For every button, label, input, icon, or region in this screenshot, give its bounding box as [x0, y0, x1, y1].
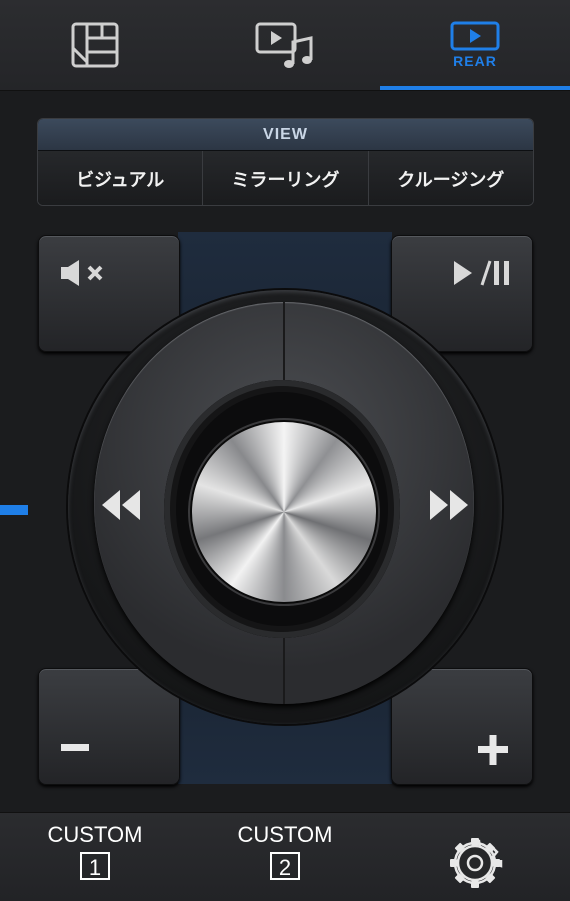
- top-tab-bar: REAR: [0, 0, 570, 91]
- grid-panel-icon: [71, 22, 119, 68]
- volume-up-button[interactable]: [391, 668, 533, 785]
- mute-icon: [61, 260, 103, 286]
- active-tab-indicator: [380, 86, 570, 90]
- view-mirroring-button[interactable]: ミラーリング: [203, 151, 369, 205]
- gear-icon: [450, 838, 503, 888]
- side-scroll-indicator: [0, 505, 28, 515]
- tab-source[interactable]: [0, 0, 190, 90]
- volume-down-button[interactable]: [38, 668, 180, 785]
- tab-rear[interactable]: REAR: [380, 0, 570, 90]
- video-music-icon: [255, 22, 313, 68]
- view-buttons: ビジュアル ミラーリング クルージング: [38, 151, 533, 205]
- custom-2-label: CUSTOM: [237, 822, 333, 847]
- rear-screen-icon: [450, 21, 500, 51]
- custom-1-number: 1: [80, 852, 110, 880]
- custom-1-label: CUSTOM: [47, 822, 143, 847]
- dpad-seam: [283, 302, 285, 392]
- tab-media[interactable]: [190, 0, 380, 90]
- center-knob[interactable]: [192, 422, 376, 602]
- view-visual-button[interactable]: ビジュアル: [38, 151, 204, 205]
- custom-1-button[interactable]: CUSTOM 1: [35, 823, 155, 893]
- view-header: VIEW: [38, 119, 533, 151]
- settings-button[interactable]: [445, 833, 505, 893]
- rewind-icon[interactable]: [100, 487, 142, 523]
- fast-forward-icon[interactable]: [428, 487, 470, 523]
- view-selector: VIEW ビジュアル ミラーリング クルージング: [37, 118, 534, 206]
- custom-2-button[interactable]: CUSTOM 2: [225, 823, 345, 893]
- plus-icon: [478, 735, 508, 765]
- play-pause-icon: [454, 260, 509, 286]
- bottom-bar: CUSTOM 1 CUSTOM 2: [0, 812, 570, 901]
- minus-icon: [61, 744, 89, 751]
- view-cruising-button[interactable]: クルージング: [368, 151, 533, 205]
- custom-2-number: 2: [270, 852, 300, 880]
- tab-rear-label: REAR: [453, 53, 497, 69]
